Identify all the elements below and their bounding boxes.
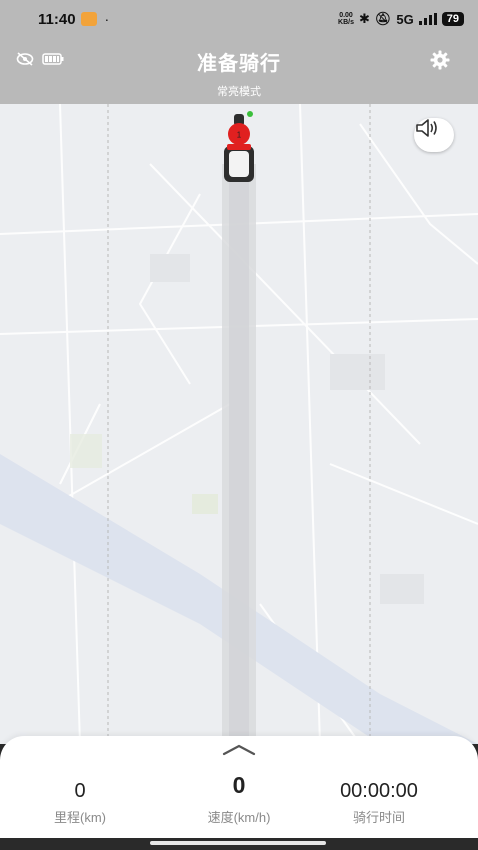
app-notification-icon — [80, 12, 97, 26]
battery-level: 79 — [441, 12, 464, 26]
eye-off-icon[interactable] — [16, 52, 34, 66]
network-type: 5G — [396, 11, 414, 27]
ride-stats-panel: 0 里程(km) 0 速度(km/h) 00:00:00 骑行时间 — [0, 736, 478, 838]
header-left-icons — [16, 52, 64, 66]
speed-label: 速度(km/h) — [207, 810, 271, 825]
settings-button[interactable] — [430, 50, 450, 75]
motorcycle-rider-icon: 1 — [224, 111, 254, 182]
map-canvas[interactable]: 1 — [0, 104, 478, 744]
net-speed-unit: KB/s — [338, 19, 354, 26]
bluetooth-icon: ✱ — [358, 11, 370, 26]
signal-icon — [418, 13, 437, 25]
status-bar: 11:40 · 0.00 KB/s ✱ 🔕︎ 5G 79 — [0, 0, 478, 38]
map-view[interactable]: 1 — [0, 104, 478, 744]
gear-icon — [430, 50, 450, 70]
distance-stat: 0 里程(km) — [30, 780, 130, 826]
status-indicators: 0.00 KB/s ✱ 🔕︎ 5G 79 — [338, 11, 464, 27]
chevron-up-icon — [222, 744, 256, 756]
ride-time-stat: 00:00:00 骑行时间 — [320, 780, 438, 826]
ride-time-label: 骑行时间 — [352, 810, 405, 825]
svg-text:1: 1 — [237, 131, 242, 140]
sound-toggle-button[interactable] — [414, 118, 454, 152]
net-speed: 0.00 KB/s — [338, 12, 354, 26]
battery-icon[interactable] — [42, 53, 64, 65]
speed-value: 0 — [232, 772, 246, 798]
mute-icon: 🔕︎ — [374, 11, 392, 26]
screen-mode-subtitle: 常亮模式 — [217, 86, 261, 98]
distance-label: 里程(km) — [54, 810, 106, 825]
net-speed-value: 0.00 — [339, 12, 353, 19]
distance-value: 0 — [74, 780, 86, 802]
speaker-icon — [416, 119, 437, 137]
status-time: 11:40 — [38, 10, 76, 28]
page-title: 准备骑行 — [197, 53, 281, 75]
system-nav-bar — [0, 838, 478, 850]
status-dot: · — [104, 11, 110, 27]
speed-stat: 0 速度(km/h) — [189, 772, 289, 826]
expand-panel-button[interactable] — [222, 742, 256, 761]
ride-header: 准备骑行 常亮模式 — [0, 38, 478, 104]
ride-time-value: 00:00:00 — [340, 780, 418, 802]
home-indicator[interactable] — [150, 841, 326, 845]
